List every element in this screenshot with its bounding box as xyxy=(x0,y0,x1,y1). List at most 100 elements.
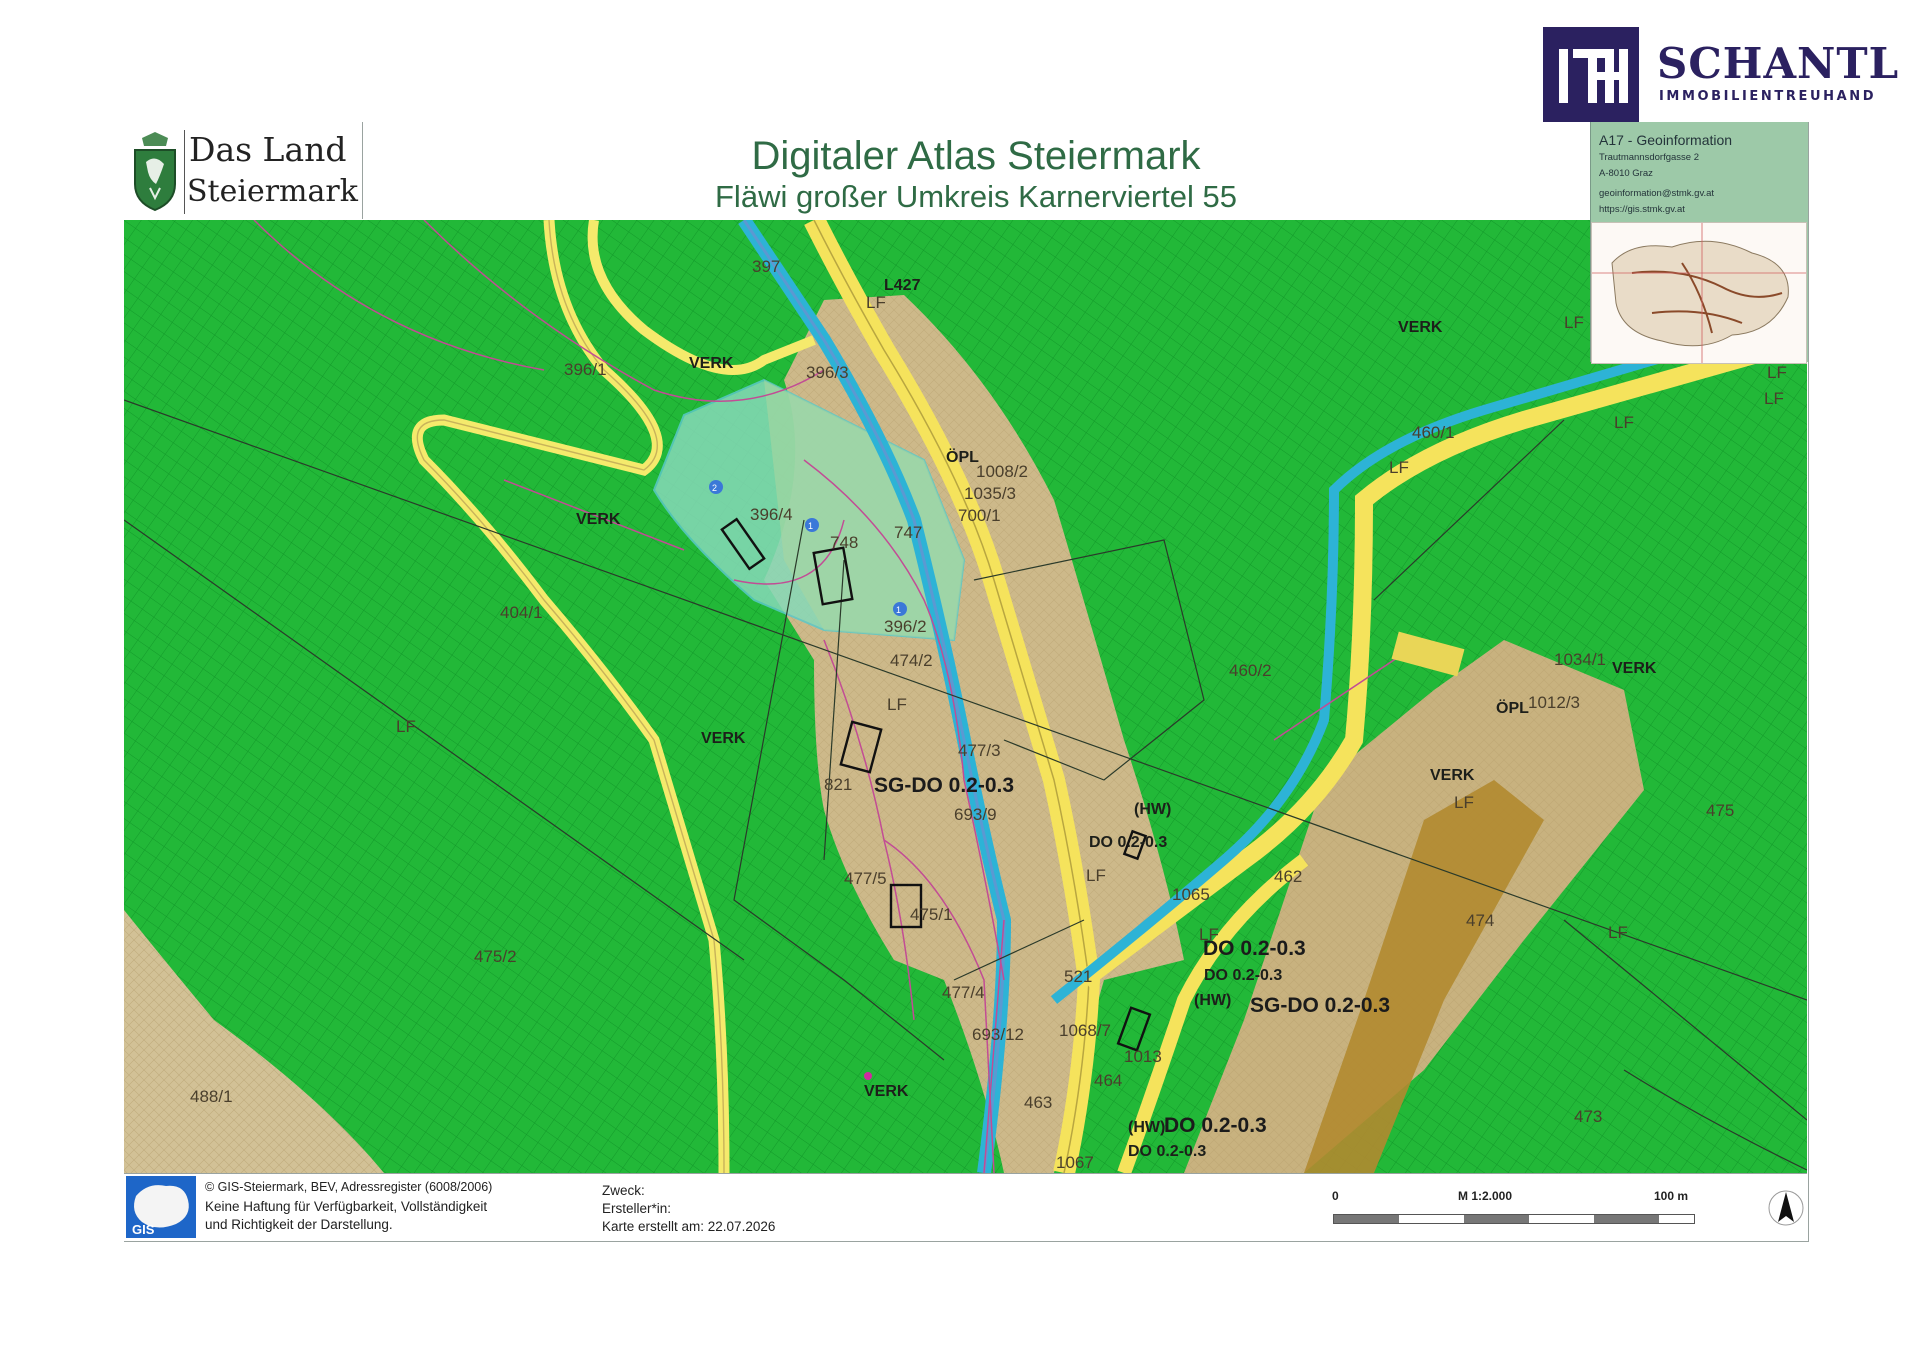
map-label: VERK xyxy=(689,355,734,372)
map-label: VERK xyxy=(576,511,621,528)
map-label: VERK xyxy=(1430,767,1475,784)
marker-label-1: 1 xyxy=(896,605,901,615)
brand-name: SCHANTL xyxy=(1657,39,1900,88)
map-subtitle: Fläwi großer Umkreis Karnerviertel 55 xyxy=(715,179,1237,214)
map-label: 473 xyxy=(1574,1107,1602,1126)
map-label: LF xyxy=(866,293,886,312)
land-steiermark-logo: Das Land Steiermark xyxy=(126,124,362,218)
info-line-2: A-8010 Graz xyxy=(1599,168,1653,179)
map-label: VERK xyxy=(701,730,746,747)
info-line-1: Trautmannsdorfgasse 2 xyxy=(1599,152,1699,163)
map-label: 747 xyxy=(894,523,922,542)
disclaimer-line-1: Keine Haftung für Verfügbarkeit, Vollstä… xyxy=(205,1199,488,1214)
map-label: 396/1 xyxy=(564,360,607,379)
map-label: 396/4 xyxy=(750,505,793,524)
map-label: LF xyxy=(396,717,416,736)
info-heading: A17 - Geoinformation xyxy=(1599,132,1733,148)
map-label: VERK xyxy=(1612,660,1657,677)
map-label: 1008/2 xyxy=(976,462,1028,481)
map-label: 475 xyxy=(1706,801,1734,820)
map-label: 475/1 xyxy=(910,905,953,924)
map-label: DO 0.2-0.3 xyxy=(1164,1114,1267,1137)
map-label: 396/3 xyxy=(806,363,849,382)
disclaimer-line-2: und Richtigkeit der Darstellung. xyxy=(205,1217,393,1232)
map-label: LF xyxy=(1086,866,1106,885)
copyright-text: © GIS-Steiermark, BEV, Adressregister (6… xyxy=(205,1180,493,1194)
map-label: LF xyxy=(1614,413,1634,432)
map-label: ÖPL xyxy=(1496,698,1529,717)
map-label: 693/12 xyxy=(972,1025,1024,1044)
map-label: 462 xyxy=(1274,867,1302,886)
poi-dot xyxy=(864,1072,872,1080)
map-label: 1012/3 xyxy=(1528,693,1580,712)
map-label: 488/1 xyxy=(190,1087,233,1106)
map-label: LF xyxy=(1199,925,1219,944)
map-label: 821 xyxy=(824,775,852,794)
map-label: VERK xyxy=(864,1083,909,1100)
map-label: DO 0.2-0.3 xyxy=(1128,1143,1206,1160)
crest-icon xyxy=(134,132,176,212)
land-name-line2: Steiermark xyxy=(187,174,358,209)
map-label: 1013 xyxy=(1124,1047,1162,1066)
map-label: 404/1 xyxy=(500,603,543,622)
map-label: 477/4 xyxy=(942,983,985,1002)
map-label: 1065 xyxy=(1172,885,1210,904)
map-label: 1067 xyxy=(1056,1153,1094,1172)
map-label: 693/9 xyxy=(954,805,997,824)
map-label: LF xyxy=(1767,363,1787,382)
map-label: 464 xyxy=(1094,1071,1122,1090)
marker-label-3: 2 xyxy=(712,483,717,493)
map-label: 477/3 xyxy=(958,741,1001,760)
info-line-3: geoinformation@stmk.gv.at xyxy=(1599,188,1715,199)
scale-end: 100 m xyxy=(1654,1189,1689,1203)
scale-bar xyxy=(1333,1214,1695,1224)
created-date: Karte erstellt am: 22.07.2026 xyxy=(602,1219,776,1234)
gis-logo-text: GIS xyxy=(132,1222,155,1237)
scale-ratio: M 1:2.000 xyxy=(1458,1189,1513,1203)
map-label: 1035/3 xyxy=(964,484,1016,503)
ith-monogram-icon xyxy=(1543,27,1639,123)
map-label: LF xyxy=(1454,793,1474,812)
logo-divider xyxy=(184,130,185,214)
purpose-label: Zweck: xyxy=(602,1183,645,1198)
map-label: 474/2 xyxy=(890,651,933,670)
north-arrow-icon xyxy=(1768,1186,1804,1230)
map-label: 463 xyxy=(1024,1093,1052,1112)
brand-logo: SCHANTL IMMOBILIENTREUHAND xyxy=(1543,27,1903,123)
map-label: DO 0.2-0.3 xyxy=(1089,834,1167,851)
land-name-line1: Das Land xyxy=(189,130,347,169)
map-label: 748 xyxy=(830,533,858,552)
map-label: 460/2 xyxy=(1229,661,1272,680)
map-label: LF xyxy=(887,695,907,714)
overview-inset-map xyxy=(1591,222,1807,364)
gis-steiermark-logo: GIS xyxy=(126,1176,196,1238)
brand-tagline: IMMOBILIENTREUHAND xyxy=(1659,89,1877,104)
map-label: LF xyxy=(1608,923,1628,942)
map-label: 474 xyxy=(1466,911,1494,930)
map-label: 1034/1 xyxy=(1554,650,1606,669)
map-label: L427 xyxy=(884,277,921,294)
map-label: VERK xyxy=(1398,319,1443,336)
info-line-4: https://gis.stmk.gv.at xyxy=(1599,204,1685,215)
map-label: ÖPL xyxy=(946,447,979,466)
creator-label: Ersteller*in: xyxy=(602,1201,672,1216)
map-label: 1068/7 xyxy=(1059,1021,1111,1040)
map-label: 460/1 xyxy=(1412,423,1455,442)
map-label: 521 xyxy=(1064,967,1092,986)
map-label: 396/2 xyxy=(884,617,927,636)
map-label: (HW) xyxy=(1194,992,1231,1009)
map-label: 397 xyxy=(752,257,780,276)
scale-zero: 0 xyxy=(1332,1189,1339,1203)
map-canvas[interactable]: 1 1 2 397 396/1 396/3 VERK LF L427 460/1… xyxy=(124,220,1807,1173)
map-label: 475/2 xyxy=(474,947,517,966)
map-title: Digitaler Atlas Steiermark xyxy=(751,134,1201,178)
map-label: (HW) xyxy=(1134,801,1171,818)
map-label: SG-DO 0.2-0.3 xyxy=(1250,994,1390,1017)
map-label: 700/1 xyxy=(958,506,1001,525)
marker-label-2: 1 xyxy=(808,521,813,531)
map-label: LF xyxy=(1564,313,1584,332)
map-label: LF xyxy=(1389,458,1409,477)
map-label: SG-DO 0.2-0.3 xyxy=(874,774,1014,797)
map-label: (HW) xyxy=(1128,1119,1165,1136)
map-label: DO 0.2-0.3 xyxy=(1204,967,1282,984)
